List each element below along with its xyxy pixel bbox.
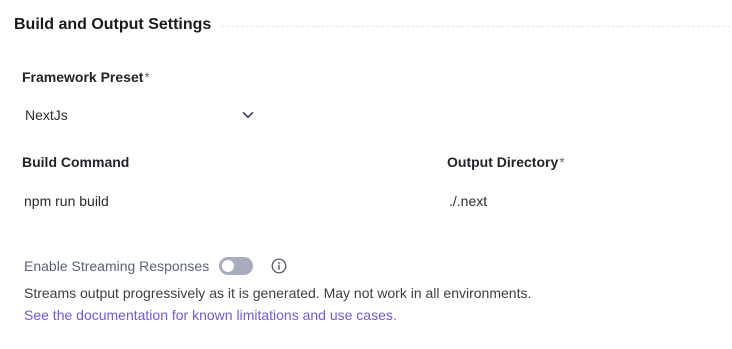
streaming-help-text: Streams output progressively as it is ge…	[24, 285, 532, 301]
build-command-input[interactable]: npm run build	[24, 187, 404, 215]
framework-preset-label: Framework Preset*	[22, 69, 150, 85]
toggle-knob	[222, 260, 235, 272]
required-asterisk: *	[144, 69, 150, 85]
build-command-value: npm run build	[24, 193, 109, 209]
streaming-toggle-label: Enable Streaming Responses	[24, 258, 210, 274]
build-command-label: Build Command	[22, 154, 129, 170]
output-directory-label: Output Directory*	[447, 154, 565, 170]
section-header: Build and Output Settings	[14, 14, 730, 36]
output-directory-label-text: Output Directory	[447, 154, 559, 170]
section-divider	[221, 25, 730, 27]
section-title: Build and Output Settings	[14, 16, 212, 33]
documentation-link[interactable]: See the documentation for known limitati…	[24, 307, 397, 323]
framework-preset-select[interactable]: NextJs	[22, 101, 260, 129]
build-command-label-text: Build Command	[22, 154, 130, 170]
info-icon[interactable]	[271, 258, 287, 274]
required-asterisk: *	[559, 154, 565, 170]
streaming-toggle[interactable]	[219, 257, 254, 275]
output-directory-input[interactable]: ./.next	[449, 187, 719, 215]
chevron-down-icon	[240, 107, 256, 123]
output-directory-value: ./.next	[449, 193, 488, 209]
framework-preset-value: NextJs	[25, 107, 68, 123]
framework-preset-label-text: Framework Preset	[22, 69, 144, 85]
streaming-toggle-row: Enable Streaming Responses	[24, 255, 287, 277]
